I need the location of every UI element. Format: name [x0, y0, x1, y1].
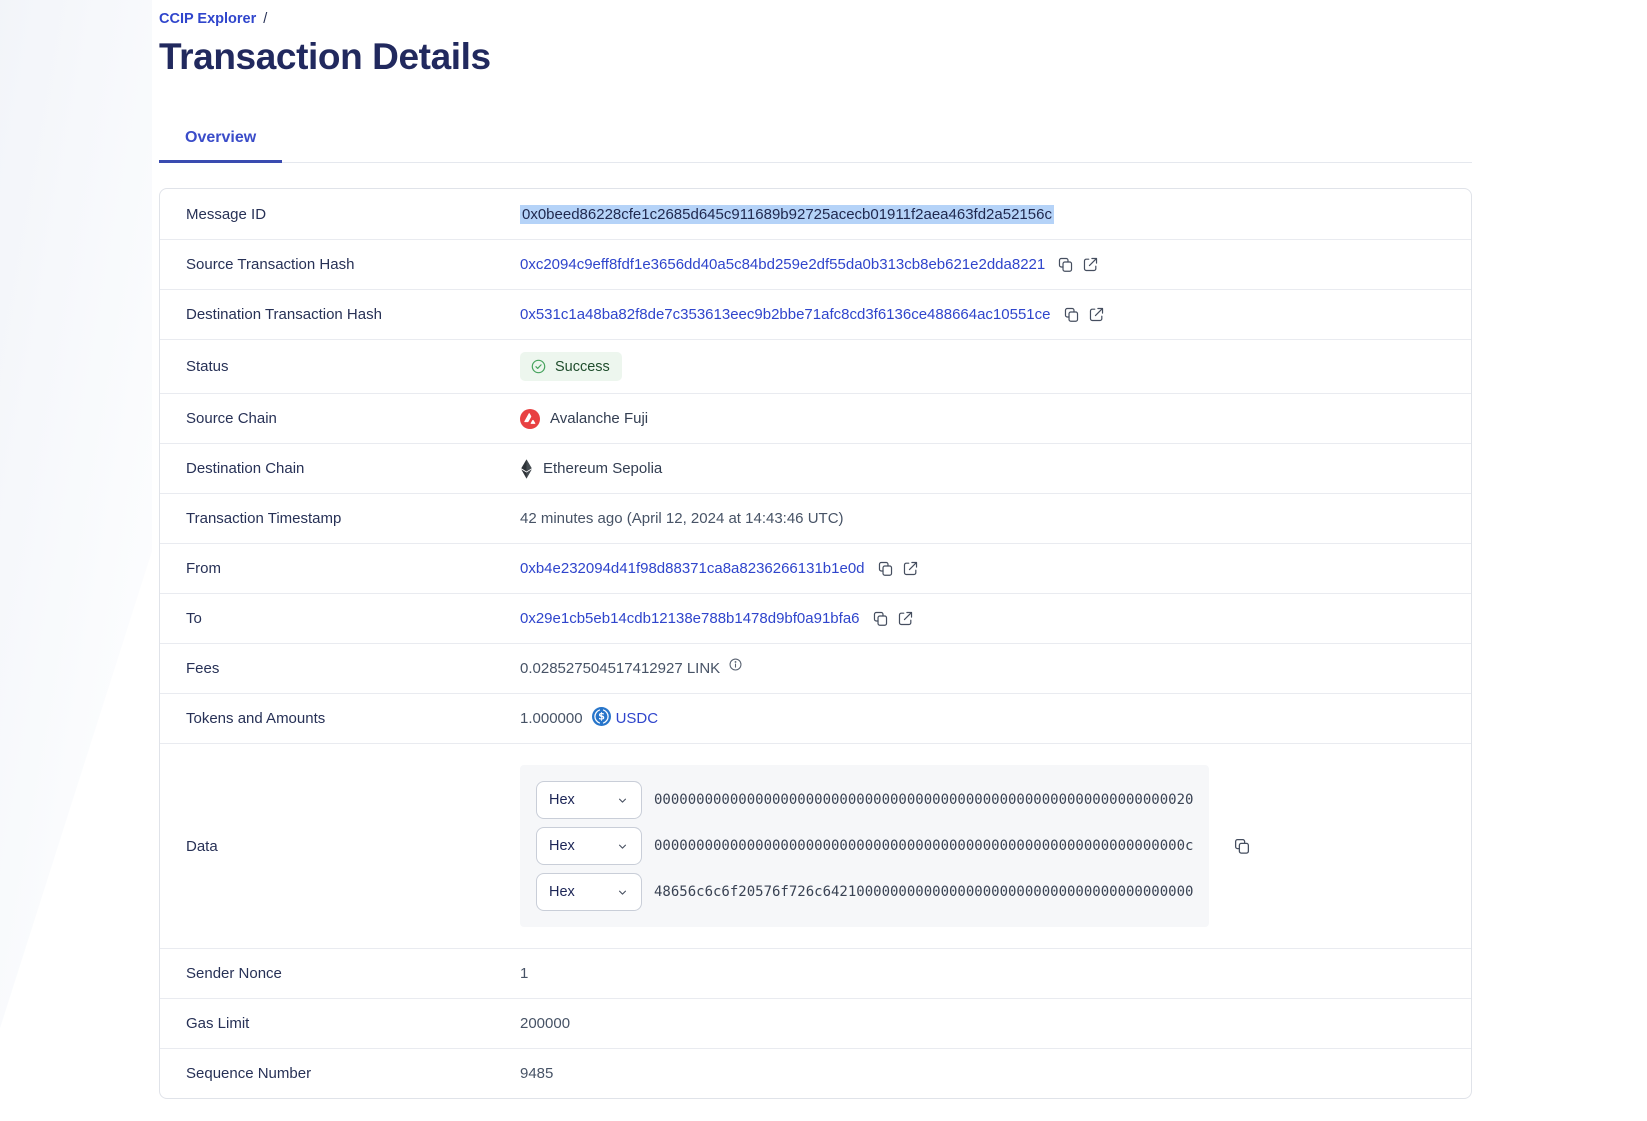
status-text: Success — [555, 359, 610, 375]
row-label: To — [160, 610, 520, 627]
data-hex-box: Hex 000000000000000000000000000000000000… — [520, 765, 1209, 927]
data-line: Hex 000000000000000000000000000000000000… — [536, 781, 1193, 819]
row-gas-limit: Gas Limit 200000 — [160, 998, 1471, 1048]
info-icon[interactable] — [728, 657, 743, 672]
external-link-icon[interactable] — [897, 610, 914, 627]
tab-bar: Overview — [159, 120, 1472, 163]
background-decoration — [0, 0, 152, 1060]
data-format-value: Hex — [549, 884, 575, 900]
row-destination-transaction-hash: Destination Transaction Hash 0x531c1a48b… — [160, 289, 1471, 339]
data-format-select[interactable]: Hex — [536, 781, 642, 819]
avalanche-logo-icon — [520, 409, 540, 429]
message-id-value: 0x0beed86228cfe1c2685d645c911689b92725ac… — [520, 205, 1054, 224]
tab-overview[interactable]: Overview — [159, 120, 282, 163]
chevron-down-icon — [616, 840, 629, 853]
page-title: Transaction Details — [159, 36, 1472, 78]
row-label: Destination Chain — [160, 460, 520, 477]
to-address-link[interactable]: 0x29e1cb5eb14cdb12138e788b1478d9bf0a91bf… — [520, 610, 860, 627]
row-label: Message ID — [160, 206, 520, 223]
row-status: Status Success — [160, 339, 1471, 393]
sender-nonce-value: 1 — [520, 965, 528, 982]
data-hex-line-2: 0000000000000000000000000000000000000000… — [654, 838, 1193, 854]
row-label: Tokens and Amounts — [160, 710, 520, 727]
usdc-logo-icon: $ — [592, 707, 611, 730]
copy-icon[interactable] — [1057, 256, 1074, 273]
svg-text:$: $ — [598, 712, 605, 723]
data-format-value: Hex — [549, 792, 575, 808]
row-label: Status — [160, 358, 520, 375]
row-label: Data — [160, 838, 520, 855]
data-line: Hex 48656c6c6f20576f726c6421000000000000… — [536, 873, 1193, 911]
row-label: Gas Limit — [160, 1015, 520, 1032]
external-link-icon[interactable] — [1082, 256, 1099, 273]
copy-icon[interactable] — [1233, 837, 1251, 855]
row-destination-chain: Destination Chain Ethereum Sepolia — [160, 443, 1471, 493]
data-format-select[interactable]: Hex — [536, 827, 642, 865]
chevron-down-icon — [616, 794, 629, 807]
row-from: From 0xb4e232094d41f98d88371ca8a82362661… — [160, 543, 1471, 593]
row-data: Data Hex 0000000000000000000000000000000… — [160, 743, 1471, 948]
breadcrumb: CCIP Explorer / — [159, 0, 1472, 29]
copy-icon[interactable] — [1063, 306, 1080, 323]
gas-limit-value: 200000 — [520, 1015, 570, 1032]
row-label: From — [160, 560, 520, 577]
row-to: To 0x29e1cb5eb14cdb12138e788b1478d9bf0a9… — [160, 593, 1471, 643]
transaction-details-page: CCIP Explorer / Transaction Details Overv… — [159, 0, 1472, 1099]
row-tokens-and-amounts: Tokens and Amounts 1.000000 $ USDC — [160, 693, 1471, 743]
from-address-link[interactable]: 0xb4e232094d41f98d88371ca8a8236266131b1e… — [520, 560, 865, 577]
copy-icon[interactable] — [877, 560, 894, 577]
row-label: Sender Nonce — [160, 965, 520, 982]
destination-chain-name: Ethereum Sepolia — [543, 460, 662, 477]
row-message-id: Message ID 0x0beed86228cfe1c2685d645c911… — [160, 189, 1471, 239]
breadcrumb-ccip-explorer-link[interactable]: CCIP Explorer — [159, 11, 256, 27]
fees-value: 0.028527504517412927 LINK — [520, 660, 720, 677]
data-hex-line-1: 0000000000000000000000000000000000000000… — [654, 792, 1193, 808]
transaction-details-card: Message ID 0x0beed86228cfe1c2685d645c911… — [159, 188, 1472, 1099]
row-fees: Fees 0.028527504517412927 LINK — [160, 643, 1471, 693]
row-source-transaction-hash: Source Transaction Hash 0xc2094c9eff8fdf… — [160, 239, 1471, 289]
data-format-value: Hex — [549, 838, 575, 854]
copy-icon[interactable] — [872, 610, 889, 627]
row-transaction-timestamp: Transaction Timestamp 42 minutes ago (Ap… — [160, 493, 1471, 543]
row-label: Destination Transaction Hash — [160, 306, 520, 323]
dest-tx-hash-link[interactable]: 0x531c1a48ba82f8de7c353613eec9b2bbe71afc… — [520, 306, 1051, 323]
data-format-select[interactable]: Hex — [536, 873, 642, 911]
data-hex-line-3: 48656c6c6f20576f726c64210000000000000000… — [654, 884, 1193, 900]
status-badge: Success — [520, 352, 622, 381]
row-label: Fees — [160, 660, 520, 677]
row-label: Sequence Number — [160, 1065, 520, 1082]
source-tx-hash-link[interactable]: 0xc2094c9eff8fdf1e3656dd40a5c84bd259e2df… — [520, 256, 1045, 273]
breadcrumb-separator: / — [263, 11, 267, 27]
row-sender-nonce: Sender Nonce 1 — [160, 948, 1471, 998]
data-line: Hex 000000000000000000000000000000000000… — [536, 827, 1193, 865]
token-symbol-link[interactable]: USDC — [616, 710, 659, 727]
row-source-chain: Source Chain Avalanche Fuji — [160, 393, 1471, 443]
sequence-number-value: 9485 — [520, 1065, 553, 1082]
chevron-down-icon — [616, 886, 629, 899]
external-link-icon[interactable] — [1088, 306, 1105, 323]
row-label: Source Transaction Hash — [160, 256, 520, 273]
source-chain-name: Avalanche Fuji — [550, 410, 648, 427]
ethereum-logo-icon — [520, 459, 533, 479]
check-circle-icon — [530, 358, 547, 375]
row-sequence-number: Sequence Number 9485 — [160, 1048, 1471, 1098]
row-label: Transaction Timestamp — [160, 510, 520, 527]
token-amount: 1.000000 — [520, 710, 583, 727]
external-link-icon[interactable] — [902, 560, 919, 577]
timestamp-value: 42 minutes ago (April 12, 2024 at 14:43:… — [520, 510, 844, 527]
row-label: Source Chain — [160, 410, 520, 427]
